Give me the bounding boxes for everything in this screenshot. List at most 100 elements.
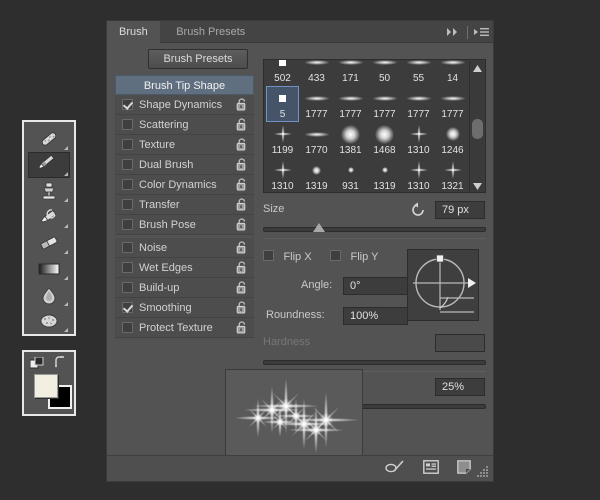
brush-tip-cell[interactable]: 1319	[300, 158, 333, 192]
size-slider-thumb[interactable]	[313, 223, 326, 232]
foreground-color-swatch[interactable]	[34, 374, 58, 398]
panel-menu-icon[interactable]	[474, 26, 489, 38]
resize-grip-icon[interactable]	[476, 464, 490, 478]
option-row[interactable]: Brush Pose	[115, 215, 254, 235]
brush-tip-cell[interactable]: 1319	[368, 158, 401, 192]
unlocked-padlock-icon[interactable]	[236, 178, 248, 191]
option-lock[interactable]	[236, 178, 248, 191]
option-checkbox[interactable]	[122, 302, 133, 313]
tool-blur-tool[interactable]	[28, 282, 70, 308]
option-checkbox[interactable]	[122, 99, 133, 110]
option-lock[interactable]	[236, 218, 248, 231]
brush-tip-cell[interactable]: 50	[368, 60, 401, 86]
brush-tip-cell[interactable]: 1310	[402, 122, 435, 158]
option-checkbox[interactable]	[122, 119, 133, 130]
swap-colors-icon[interactable]	[54, 356, 68, 369]
tool-gradient-tool[interactable]	[28, 256, 70, 282]
brush-tip-cell[interactable]: 931	[334, 158, 367, 192]
option-row[interactable]: Dual Brush	[115, 155, 254, 175]
option-lock[interactable]	[236, 198, 248, 211]
option-checkbox[interactable]	[122, 159, 133, 170]
new-brush-icon[interactable]	[457, 460, 471, 474]
option-lock[interactable]	[236, 301, 248, 314]
option-lock[interactable]	[236, 158, 248, 171]
option-lock[interactable]	[236, 261, 248, 274]
tool-brush-tool[interactable]	[28, 152, 70, 178]
brush-tip-cell[interactable]: 1310	[266, 158, 299, 192]
size-value[interactable]: 79 px	[435, 201, 485, 219]
tool-history-brush-tool[interactable]	[28, 204, 70, 230]
option-lock[interactable]	[236, 138, 248, 151]
brush-tip-cell[interactable]: 1321	[436, 158, 469, 192]
option-lock[interactable]	[236, 321, 248, 334]
roundness-value[interactable]: 100%	[343, 307, 408, 325]
brush-presets-button[interactable]: Brush Presets	[148, 49, 248, 69]
flip-y-checkbox[interactable]	[330, 250, 342, 262]
option-checkbox[interactable]	[122, 219, 133, 230]
option-checkbox[interactable]	[122, 199, 133, 210]
brush-preset-manager-icon[interactable]	[423, 460, 439, 474]
brush-tip-cell[interactable]: 1777	[300, 86, 333, 122]
option-row[interactable]: Build-up	[115, 278, 254, 298]
brush-tip-grid[interactable]: 502 433 171 50 55 14 5 1777 1777 1777 1777 1777 1199…	[263, 59, 486, 193]
spacing-value[interactable]: 25%	[435, 378, 485, 396]
brush-tip-cell[interactable]: 5	[266, 86, 299, 122]
scroll-up-arrow-icon[interactable]	[470, 61, 485, 75]
option-row[interactable]: Protect Texture	[115, 318, 254, 338]
unlocked-padlock-icon[interactable]	[236, 198, 248, 211]
option-row[interactable]: Wet Edges	[115, 258, 254, 278]
brush-tip-cell[interactable]: 1777	[402, 86, 435, 122]
brush-tip-cell[interactable]: 433	[300, 60, 333, 86]
option-checkbox[interactable]	[122, 139, 133, 150]
option-row[interactable]: Color Dynamics	[115, 175, 254, 195]
option-lock[interactable]	[236, 118, 248, 131]
unlocked-padlock-icon[interactable]	[236, 301, 248, 314]
unlocked-padlock-icon[interactable]	[236, 158, 248, 171]
option-lock[interactable]	[236, 241, 248, 254]
unlocked-padlock-icon[interactable]	[236, 241, 248, 254]
brush-tip-cell[interactable]: 502	[266, 60, 299, 86]
brush-grid-scroll-thumb[interactable]	[472, 119, 483, 139]
tool-eraser-tool[interactable]	[28, 230, 70, 256]
brush-tip-cell[interactable]: 1381	[334, 122, 367, 158]
toggle-brush-settings-icon[interactable]	[385, 460, 405, 474]
option-checkbox[interactable]	[122, 262, 133, 273]
unlocked-padlock-icon[interactable]	[236, 98, 248, 111]
unlocked-padlock-icon[interactable]	[236, 218, 248, 231]
flip-x-checkbox[interactable]	[263, 250, 274, 262]
brush-tip-cell[interactable]: 55	[402, 60, 435, 86]
brush-tip-cell[interactable]: 1310	[402, 158, 435, 192]
unlocked-padlock-icon[interactable]	[236, 281, 248, 294]
size-slider[interactable]	[263, 223, 486, 232]
default-colors-icon[interactable]	[30, 357, 44, 370]
unlocked-padlock-icon[interactable]	[236, 321, 248, 334]
unlocked-padlock-icon[interactable]	[236, 138, 248, 151]
option-row[interactable]: Noise	[115, 238, 254, 258]
option-checkbox[interactable]	[122, 282, 133, 293]
option-lock[interactable]	[236, 281, 248, 294]
brush-tip-cell[interactable]: 1468	[368, 122, 401, 158]
option-row[interactable]: Texture	[115, 135, 254, 155]
brush-tip-cell[interactable]: 1246	[436, 122, 469, 158]
tool-dodge-tool[interactable]	[28, 308, 70, 334]
option-row[interactable]: Transfer	[115, 195, 254, 215]
brush-tip-cell[interactable]: 1199	[266, 122, 299, 158]
option-row[interactable]: Smoothing	[115, 298, 254, 318]
reset-size-icon[interactable]	[411, 202, 427, 218]
option-checkbox[interactable]	[122, 322, 133, 333]
unlocked-padlock-icon[interactable]	[236, 261, 248, 274]
scroll-down-arrow-icon[interactable]	[470, 179, 485, 192]
option-checkbox[interactable]	[122, 242, 133, 253]
brush-tip-cell[interactable]: 1770	[300, 122, 333, 158]
angle-value[interactable]: 0°	[343, 277, 408, 295]
brush-tip-cell[interactable]: 1777	[334, 86, 367, 122]
tab-brush[interactable]: Brush	[107, 21, 160, 43]
angle-roundness-dial[interactable]	[407, 249, 479, 321]
brush-tip-cell[interactable]: 171	[334, 60, 367, 86]
option-lock[interactable]	[236, 98, 248, 111]
option-row[interactable]: Scattering	[115, 115, 254, 135]
option-brush-tip-shape[interactable]: Brush Tip Shape	[115, 75, 254, 95]
option-row[interactable]: Shape Dynamics	[115, 95, 254, 115]
tool-healing-brush-tool[interactable]	[28, 126, 70, 152]
brush-tip-cell[interactable]: 14	[436, 60, 469, 86]
